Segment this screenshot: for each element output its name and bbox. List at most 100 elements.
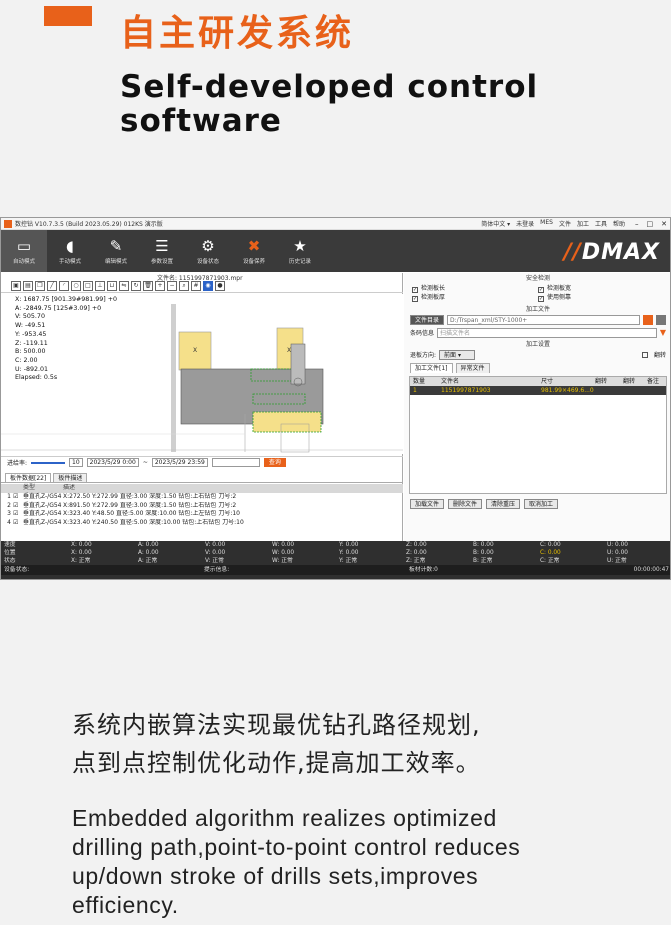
stop-icon[interactable]: ● <box>215 281 225 291</box>
cancel-process-button[interactable]: 取消加工 <box>524 499 559 509</box>
date-from-field[interactable]: 2023/5/29 0:00 <box>86 458 139 467</box>
menu-language[interactable]: 简体中文 ▾ <box>481 219 510 228</box>
monitor-icon: ▭ <box>16 236 32 255</box>
file-dir-button[interactable]: 文件目录 <box>410 314 445 325</box>
ribbon-edit-mode[interactable]: ✎ 编辑模式 <box>93 230 139 272</box>
tab-error-files[interactable]: 异常文件 <box>455 362 490 373</box>
load-file-button[interactable]: 加载文件 <box>410 499 445 509</box>
close-icon[interactable]: ✕ <box>661 220 667 228</box>
count-spin[interactable]: 10 <box>69 458 83 467</box>
ribbon: ▭ 自动模式 ◖ 手动模式 ✎ 编辑模式 ☰ 参数设置 ⚙ 设备状态 ✖ 设备保… <box>1 230 670 272</box>
checkbox-icon[interactable]: ✓ <box>412 296 418 302</box>
ribbon-parameters[interactable]: ☰ 参数设置 <box>139 230 185 272</box>
accent-bar <box>44 6 92 26</box>
table-row[interactable]: 4 ☑ 垂直孔Z-/G54 X:323.40 Y:240.50 直径:5.00 … <box>1 519 403 528</box>
edge-select[interactable]: 前面 ▾ <box>439 349 476 360</box>
range-field[interactable] <box>211 458 260 467</box>
ribbon-auto-mode[interactable]: ▭ 自动模式 <box>1 230 47 272</box>
operation-grid: 类型 描述 1 ☑ 垂直孔Z-/G54 X:272.50 Y:272.99 直径… <box>1 484 403 528</box>
rotate-icon[interactable]: ↻ <box>131 281 141 291</box>
barcode-row: 条码信息 扫描文件名 ▼ <box>404 326 670 339</box>
feed-slider[interactable] <box>31 461 66 464</box>
table-row[interactable]: 3 ☑ 垂直孔Z-/G54 X:323.40 Y:48.50 直径:5.00 深… <box>1 510 403 519</box>
filter-icon[interactable]: ▼ <box>660 328 666 337</box>
checkbox-icon[interactable]: ☑ <box>13 502 23 511</box>
rect-icon[interactable]: □ <box>83 281 93 291</box>
menu-mes[interactable]: MES <box>540 219 553 228</box>
query-button[interactable]: 查询 <box>263 458 286 467</box>
file-dir-path[interactable]: D:/Trspan_xml/STY-1000+ <box>447 314 640 325</box>
ribbon-manual-mode[interactable]: ◖ 手动模式 <box>47 230 93 272</box>
device-status: 设备状态: <box>4 567 30 573</box>
table-row[interactable]: 1 ☑ 垂直孔Z-/G54 X:272.50 Y:272.99 直径:3.00 … <box>1 493 403 502</box>
mirror-icon[interactable]: ⇋ <box>119 281 129 291</box>
description-en: Embedded algorithm realizes optimized dr… <box>72 805 521 918</box>
arc-icon[interactable]: ◜ <box>59 281 69 291</box>
minimize-icon[interactable]: – <box>635 220 639 228</box>
play-icon[interactable]: ◉ <box>203 281 213 291</box>
ribbon-device-status[interactable]: ⚙ 设备状态 <box>185 230 231 272</box>
menu-help[interactable]: 帮助 <box>613 219 625 228</box>
menu-login[interactable]: 未登录 <box>516 219 534 228</box>
zoom-out-icon[interactable]: − <box>167 281 177 291</box>
timer: 00:00:00:47 <box>633 567 669 573</box>
open-icon[interactable]: ▤ <box>23 281 33 291</box>
save-icon[interactable]: ▣ <box>11 281 21 291</box>
window-title: 数控钻 V10.7.3.5 (Build 2023.05.29) 012KS 演… <box>15 221 163 228</box>
date-to-field[interactable]: 2023/5/29 23:59 <box>151 458 208 467</box>
checkbox-icon[interactable]: ✓ <box>538 296 544 302</box>
clear-reset-button[interactable]: 清除重压 <box>486 499 521 509</box>
table-row[interactable]: 2 ☑ 垂直孔Z-/G54 X:891.50 Y:272.99 直径:3.00 … <box>1 502 403 511</box>
file-dir-row: 文件目录 D:/Trspan_xml/STY-1000+ <box>404 313 670 326</box>
svg-text:X: X <box>287 347 291 354</box>
mouse-icon: ◖ <box>66 236 74 255</box>
title-en: Self-developed control software <box>120 70 538 138</box>
grid-icon[interactable]: # <box>191 281 201 291</box>
process-file-table: 数量 文件名 尺寸 翻转 翻转 备注 1 1151997871903 981.9… <box>409 376 667 494</box>
grid-header: 类型 描述 <box>1 484 403 493</box>
tools-icon: ✖ <box>247 236 261 255</box>
data-tabs: 板件数据[22] 板件描述 <box>1 473 403 483</box>
edit-icon: ✎ <box>109 236 123 255</box>
svg-text:X: X <box>193 347 197 354</box>
drill-icon[interactable]: ⊥ <box>95 281 105 291</box>
copy-icon[interactable]: ❐ <box>35 281 45 291</box>
menu-file[interactable]: 文件 <box>559 219 571 228</box>
mode-icon[interactable] <box>656 314 666 325</box>
brand-logo: //DMAX <box>563 240 660 265</box>
state-row: 状态 X: 正常 A: 正常 V: 正常 W: 正常 Y: 正常 Z: 正常 B: 正常 C: … <box>4 558 627 564</box>
status-bar: 设备状态: 提示信息: 板材计数:0 00:00:00:47 <box>1 565 670 575</box>
title-cn: 自主研发系统 <box>120 13 355 54</box>
tab-board-data[interactable]: 板件数据[22] <box>5 473 52 482</box>
zoom-in-icon[interactable]: + <box>155 281 165 291</box>
checkbox-icon[interactable]: ☑ <box>13 493 23 502</box>
circle-icon[interactable]: ○ <box>71 281 81 291</box>
tab-board-desc[interactable]: 板件描述 <box>53 473 88 482</box>
board-count: 板材计数:0 <box>409 567 438 573</box>
delete-file-button[interactable]: 删除文件 <box>448 499 483 509</box>
title-en-line2: software <box>120 103 282 139</box>
ribbon-maintenance[interactable]: ✖ 设备保养 <box>231 230 277 272</box>
checkbox-icon[interactable]: ☑ <box>13 519 23 528</box>
slot-icon[interactable]: ⊔ <box>107 281 117 291</box>
line-icon[interactable]: ╱ <box>47 281 57 291</box>
filter-label: 进给率: <box>7 460 28 467</box>
file-tabs: 加工文件[1] 异常文件 <box>404 361 670 374</box>
table-row[interactable]: 1 1151997871903 981.99×469.6...0 <box>410 386 666 395</box>
delete-icon[interactable]: 🗑 <box>143 281 153 291</box>
drawing-canvas[interactable]: X: 1687.75 [901.39#981.99] +0 A: -2849.7… <box>1 294 403 454</box>
safety-section-title: 安全检测 <box>525 275 550 282</box>
left-panel: 文件名: 1151997871903.mpr ▣ ▤ ❐ ╱ ◜ ○ □ ⊥ ⊔… <box>1 273 403 541</box>
folder-icon[interactable] <box>643 314 653 325</box>
barcode-input[interactable]: 扫描文件名 <box>437 327 657 338</box>
menu-tools[interactable]: 工具 <box>595 219 607 228</box>
zoom-fit-icon[interactable]: ⌕ <box>179 281 189 291</box>
window-controls: – □ ✕ <box>635 220 667 228</box>
ribbon-history[interactable]: ★ 历史记录 <box>277 230 323 272</box>
menu-process[interactable]: 加工 <box>577 219 589 228</box>
checkbox-icon[interactable] <box>641 351 648 358</box>
maximize-icon[interactable]: □ <box>647 220 654 228</box>
gear-icon: ⚙ <box>201 236 215 255</box>
tab-process-files[interactable]: 加工文件[1] <box>410 362 453 373</box>
checkbox-icon[interactable]: ☑ <box>13 510 23 519</box>
